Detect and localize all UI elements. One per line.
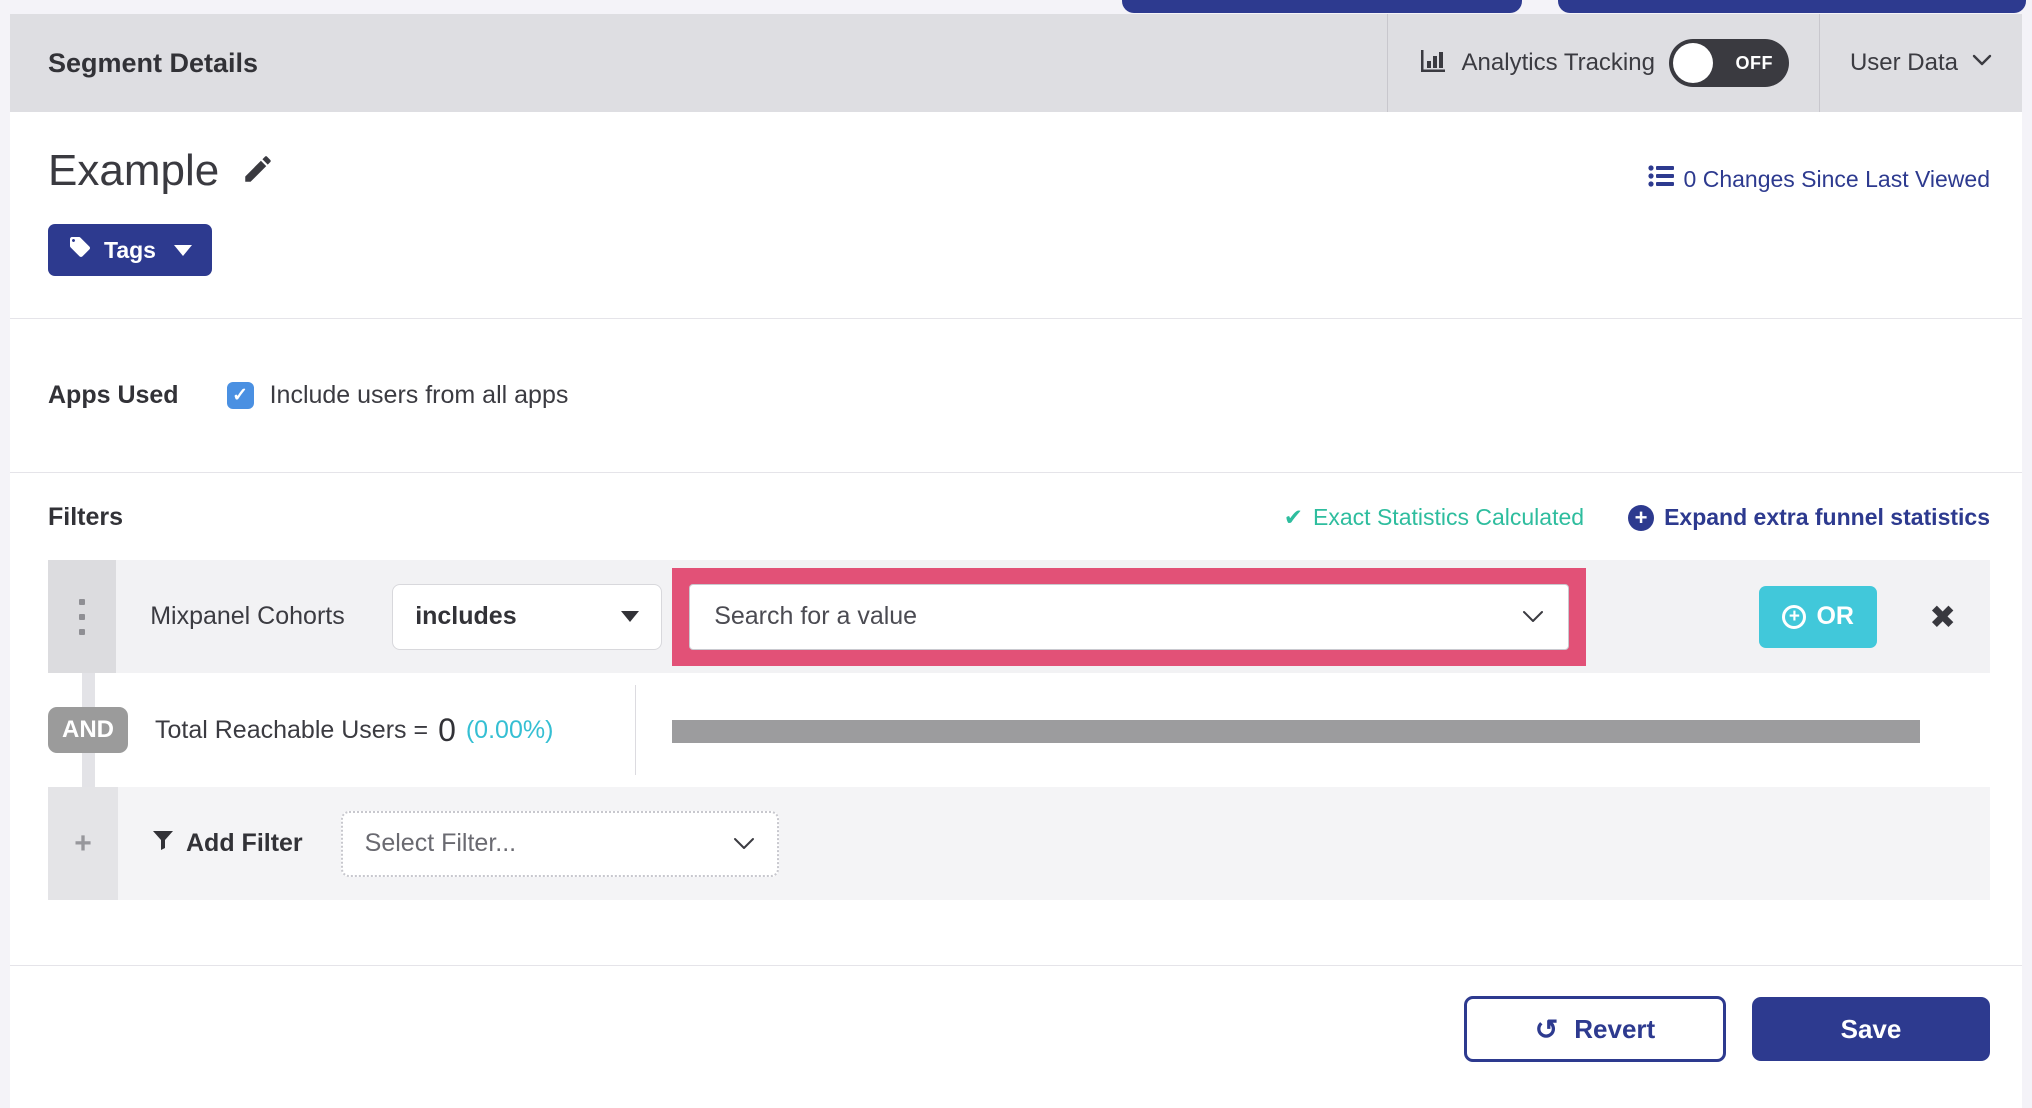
add-filter-row: + Add Filter Select Filter...: [48, 787, 1990, 900]
revert-button-label: Revert: [1574, 1013, 1656, 1044]
include-all-apps-checkbox-row[interactable]: ✓ Include users from all apps: [226, 381, 569, 410]
tags-button[interactable]: Tags: [48, 224, 212, 276]
checkmark-glyph: ✓: [232, 385, 249, 406]
analytics-tracking-label: Analytics Tracking: [1461, 49, 1655, 76]
reachable-users-row: AND Total Reachable Users = 0 (0.00%): [48, 673, 1990, 787]
apps-used-label: Apps Used: [48, 381, 179, 409]
add-filter-label-group: Add Filter: [152, 829, 303, 858]
segment-name: Example: [48, 146, 220, 195]
checkbox-checked-icon[interactable]: ✓: [226, 382, 254, 409]
exact-statistics-label: Exact Statistics Calculated: [1313, 504, 1585, 530]
top-button-partial-left[interactable]: [1122, 0, 1522, 13]
user-data-dropdown[interactable]: User Data: [1818, 14, 2022, 112]
chevron-down-icon: [1522, 602, 1544, 631]
changes-link-label: 0 Changes Since Last Viewed: [1683, 165, 1990, 192]
footer-actions: ↺ Revert Save: [10, 965, 2022, 1108]
drag-dot: [79, 628, 86, 635]
add-filter-label: Add Filter: [186, 829, 303, 857]
caret-down-icon: [621, 611, 640, 622]
filter-stack: Mixpanel Cohorts includes Search for a v…: [48, 560, 1990, 900]
remove-filter-icon[interactable]: ✖: [1929, 601, 1956, 633]
value-select[interactable]: Search for a value: [689, 583, 1570, 650]
check-icon: ✔: [1283, 504, 1304, 530]
top-button-partial-right[interactable]: [1558, 0, 2026, 13]
add-or-condition-button[interactable]: + OR: [1759, 585, 1878, 648]
operator-value: includes: [415, 602, 517, 630]
revert-button[interactable]: ↺ Revert: [1464, 996, 1726, 1062]
expand-funnel-statistics-link[interactable]: + Expand extra funnel statistics: [1628, 504, 1990, 531]
operator-select[interactable]: includes: [392, 583, 663, 650]
toggle-knob: [1672, 43, 1713, 83]
revert-icon: ↺: [1534, 1013, 1559, 1045]
change-list-icon: [1647, 164, 1674, 194]
plus-circle-icon: +: [1628, 504, 1655, 531]
title-section: Example 0 Changes Since Last Viewed Tags: [10, 112, 2022, 319]
filters-section: Filters ✔ Exact Statistics Calculated + …: [10, 473, 2022, 900]
edit-pencil-icon[interactable]: [241, 152, 275, 191]
drag-handle[interactable]: [48, 560, 117, 673]
filter-name: Mixpanel Cohorts: [150, 602, 345, 630]
expand-funnel-statistics-label: Expand extra funnel statistics: [1664, 504, 1990, 530]
apps-used-section: Apps Used ✓ Include users from all apps: [10, 319, 2022, 473]
exact-statistics-status: ✔ Exact Statistics Calculated: [1284, 504, 1584, 531]
or-button-label: OR: [1816, 602, 1854, 630]
plus-circle-icon: +: [1782, 604, 1807, 629]
drag-dot: [79, 613, 86, 620]
and-badge: AND: [48, 707, 128, 753]
select-filter-dropdown[interactable]: Select Filter...: [340, 810, 779, 877]
chevron-down-icon: [733, 829, 755, 858]
vertical-divider: [635, 685, 636, 775]
value-placeholder: Search for a value: [714, 602, 918, 630]
changes-since-last-viewed-link[interactable]: 0 Changes Since Last Viewed: [1647, 164, 1990, 194]
funnel-icon: [152, 829, 174, 858]
segment-details-page: Segment Details Analytics Tracking OFF U…: [0, 0, 2032, 1108]
header-bar: Segment Details Analytics Tracking OFF U…: [10, 14, 2022, 112]
bar-chart-icon: [1418, 46, 1448, 81]
caret-down-icon: [173, 244, 192, 256]
reachable-users-bar: [672, 720, 1920, 743]
user-data-label: User Data: [1849, 49, 1958, 76]
analytics-tracking-toggle[interactable]: OFF: [1668, 39, 1789, 87]
include-all-apps-label: Include users from all apps: [269, 381, 569, 409]
page-title: Segment Details: [48, 47, 259, 78]
tags-button-label: Tags: [104, 236, 156, 263]
drag-dot: [79, 598, 86, 605]
main-card: Segment Details Analytics Tracking OFF U…: [10, 14, 2022, 1108]
select-filter-placeholder: Select Filter...: [364, 829, 517, 857]
add-filter-gripper: +: [48, 787, 118, 900]
chevron-down-icon: [1972, 54, 1992, 72]
plus-icon[interactable]: +: [74, 828, 92, 859]
value-select-highlight: Search for a value: [672, 567, 1587, 666]
reachable-users-label: Total Reachable Users =: [155, 715, 429, 744]
filters-heading: Filters: [48, 503, 124, 531]
reachable-users-value: 0: [438, 711, 456, 748]
toggle-state-label: OFF: [1735, 52, 1773, 73]
filter-row-body: Mixpanel Cohorts includes Search for a v…: [116, 560, 1990, 673]
filter-row: Mixpanel Cohorts includes Search for a v…: [48, 560, 1990, 673]
analytics-tracking-section: Analytics Tracking OFF: [1386, 14, 1819, 112]
tag-icon: [68, 235, 92, 265]
save-button[interactable]: Save: [1752, 997, 1990, 1061]
add-filter-body: Add Filter Select Filter...: [118, 787, 1990, 900]
reachable-users-percent: (0.00%): [465, 715, 554, 744]
